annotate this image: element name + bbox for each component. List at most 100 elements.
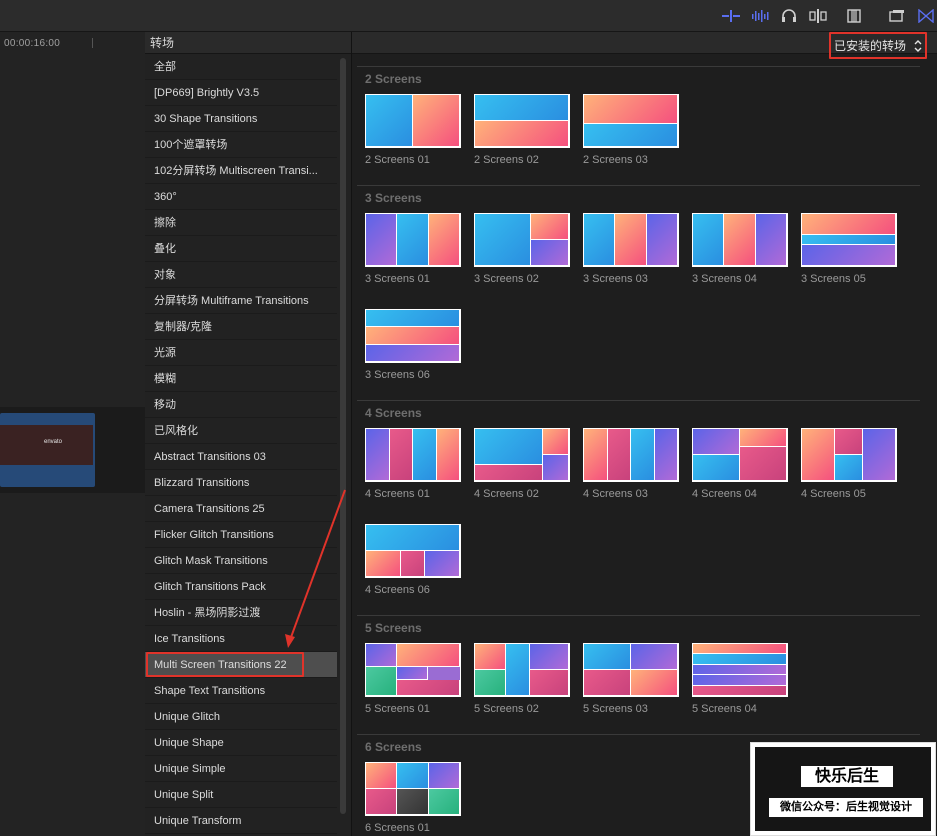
film-icon[interactable] xyxy=(845,8,863,24)
thumbnail-screen xyxy=(397,667,429,681)
sidebar-item[interactable]: 移动 xyxy=(145,392,337,418)
sidebar-item[interactable]: Unique Transform xyxy=(145,808,337,834)
thumbnail-screen xyxy=(397,214,429,266)
thumbnail-screen xyxy=(693,214,725,266)
sidebar-item[interactable]: 对象 xyxy=(145,262,337,288)
section-title: 2 Screens xyxy=(365,72,422,86)
transition-thumbnail[interactable] xyxy=(365,428,461,482)
thumbnail-screen xyxy=(802,245,896,266)
transition-thumbnail[interactable] xyxy=(801,213,897,267)
sidebar-item[interactable]: Hoslin - 黑场阴影过渡 xyxy=(145,600,337,626)
thumbnail-screen xyxy=(802,234,896,246)
thumbnail-screen xyxy=(631,644,678,670)
thumbnail-screen xyxy=(584,214,616,266)
sidebar-item[interactable]: Unique Split xyxy=(145,782,337,808)
thumbnail-screen xyxy=(531,214,569,240)
transitions-browser: 已安装的转场 2 Screens 2 Screens 01 2 Screens 02… xyxy=(352,32,937,836)
sidebar-item[interactable]: 已风格化 xyxy=(145,418,337,444)
bowtie-icon[interactable] xyxy=(917,8,935,24)
sidebar-item[interactable]: Abstract Transitions 03 xyxy=(145,444,337,470)
thumbnail-screen xyxy=(693,429,740,455)
transition-thumbnail[interactable] xyxy=(692,213,788,267)
sidebar-item[interactable]: Unique Simple xyxy=(145,756,337,782)
transition-thumbnail[interactable] xyxy=(365,94,461,148)
transition-thumbnail[interactable] xyxy=(583,94,679,148)
timeline-tick xyxy=(92,38,93,48)
transition-thumbnail[interactable] xyxy=(474,213,570,267)
sidebar-item[interactable]: Flicker Glitch Transitions xyxy=(145,522,337,548)
thumbnail-screen xyxy=(693,664,787,676)
sidebar-scrollbar[interactable] xyxy=(340,58,346,814)
thumbnail-screen xyxy=(693,644,787,655)
thumbnail-screen xyxy=(693,654,787,665)
transition-thumbnail[interactable] xyxy=(365,309,461,363)
sidebar-item[interactable]: 复制器/克隆 xyxy=(145,314,337,340)
chevron-updown-icon xyxy=(914,34,922,62)
sidebar-item[interactable]: 擦除 xyxy=(145,210,337,236)
transition-label: 4 Screens 05 xyxy=(801,488,866,500)
sidebar-item[interactable]: Shape Text Transitions xyxy=(145,678,337,704)
audio-skimming-icon[interactable] xyxy=(722,8,740,24)
thumbnail-screen xyxy=(584,670,631,696)
transition-label: 3 Screens 04 xyxy=(692,273,757,285)
thumbnail-screen xyxy=(802,214,896,235)
sidebar-header: 转场 xyxy=(145,32,351,54)
transition-thumbnail[interactable] xyxy=(692,643,788,697)
transition-label: 2 Screens 03 xyxy=(583,154,648,166)
thumbnail-screen xyxy=(428,763,460,789)
watermark-title: 快乐后生 xyxy=(801,766,893,787)
transition-thumbnail[interactable] xyxy=(365,643,461,697)
thumbnail-screen xyxy=(693,685,787,696)
sidebar-item[interactable]: 模糊 xyxy=(145,366,337,392)
sidebar-item[interactable]: Unique Glitch xyxy=(145,704,337,730)
sidebar-item[interactable]: Camera Transitions 25 xyxy=(145,496,337,522)
sidebar-item[interactable]: 30 Shape Transitions xyxy=(145,106,337,132)
timeline-area[interactable]: 00:00:16:00 envato xyxy=(0,32,145,836)
sidebar-item[interactable]: Glitch Mask Transitions xyxy=(145,548,337,574)
transition-thumbnail[interactable] xyxy=(583,428,679,482)
transition-thumbnail[interactable] xyxy=(692,428,788,482)
window-icon[interactable] xyxy=(888,8,906,24)
transition-thumbnail[interactable] xyxy=(474,94,570,148)
sidebar-item[interactable]: Blizzard Transitions xyxy=(145,470,337,496)
thumbnail-screen xyxy=(475,644,507,670)
transition-thumbnail[interactable] xyxy=(365,762,461,816)
transition-label: 5 Screens 01 xyxy=(365,703,430,715)
clip-thumbnail-label: envato xyxy=(44,439,63,445)
audio-waveform-icon[interactable] xyxy=(751,8,769,24)
sidebar-item[interactable]: 分屏转场 Multiframe Transitions xyxy=(145,288,337,314)
transition-label: 5 Screens 03 xyxy=(583,703,648,715)
sidebar-item[interactable]: 全部 xyxy=(145,54,337,80)
sidebar-item[interactable]: Multi Screen Transitions 22 xyxy=(145,652,337,678)
timecode-label: 00:00:16:00 xyxy=(4,38,61,49)
sidebar-item[interactable]: Unique Shape xyxy=(145,730,337,756)
transition-thumbnail[interactable] xyxy=(801,428,897,482)
thumbnail-screen xyxy=(397,763,429,789)
transition-thumbnail[interactable] xyxy=(583,643,679,697)
watermark-subtitle: 微信公众号：后生视觉设计 xyxy=(769,798,923,817)
transition-thumbnail[interactable] xyxy=(583,213,679,267)
timeline-clip[interactable]: envato xyxy=(0,413,95,487)
final-cut-pro-window: 00:00:16:00 envato 转场 全部 [DP669] Brightly… xyxy=(0,0,937,836)
thumbnail-screen xyxy=(366,789,398,815)
transition-thumbnail[interactable] xyxy=(365,213,461,267)
sidebar-item[interactable]: 102分屏转场 Multiscreen Transi... xyxy=(145,158,337,184)
sidebar-item[interactable]: [DP669] Brightly V3.5 xyxy=(145,80,337,106)
transition-thumbnail[interactable] xyxy=(474,428,570,482)
sidebar-item[interactable]: 叠化 xyxy=(145,236,337,262)
clip-skimming-icon[interactable] xyxy=(809,8,827,24)
installed-transitions-dropdown[interactable]: 已安装的转场 xyxy=(829,32,927,59)
transition-thumbnail[interactable] xyxy=(365,524,461,578)
sidebar-item[interactable]: 360° xyxy=(145,184,337,210)
headphones-icon[interactable] xyxy=(780,8,798,24)
transition-label: 6 Screens 01 xyxy=(365,822,430,834)
sidebar-item[interactable]: Glitch Transitions Pack xyxy=(145,574,337,600)
thumbnail-screen xyxy=(366,214,398,266)
thumbnail-screen xyxy=(397,789,429,815)
sidebar-item[interactable]: 光源 xyxy=(145,340,337,366)
transition-thumbnail[interactable] xyxy=(474,643,570,697)
thumbnail-screen xyxy=(475,465,543,481)
sidebar-item[interactable]: 100个遮罩转场 xyxy=(145,132,337,158)
thumbnail-screen xyxy=(646,214,678,266)
sidebar-item[interactable]: Ice Transitions xyxy=(145,626,337,652)
